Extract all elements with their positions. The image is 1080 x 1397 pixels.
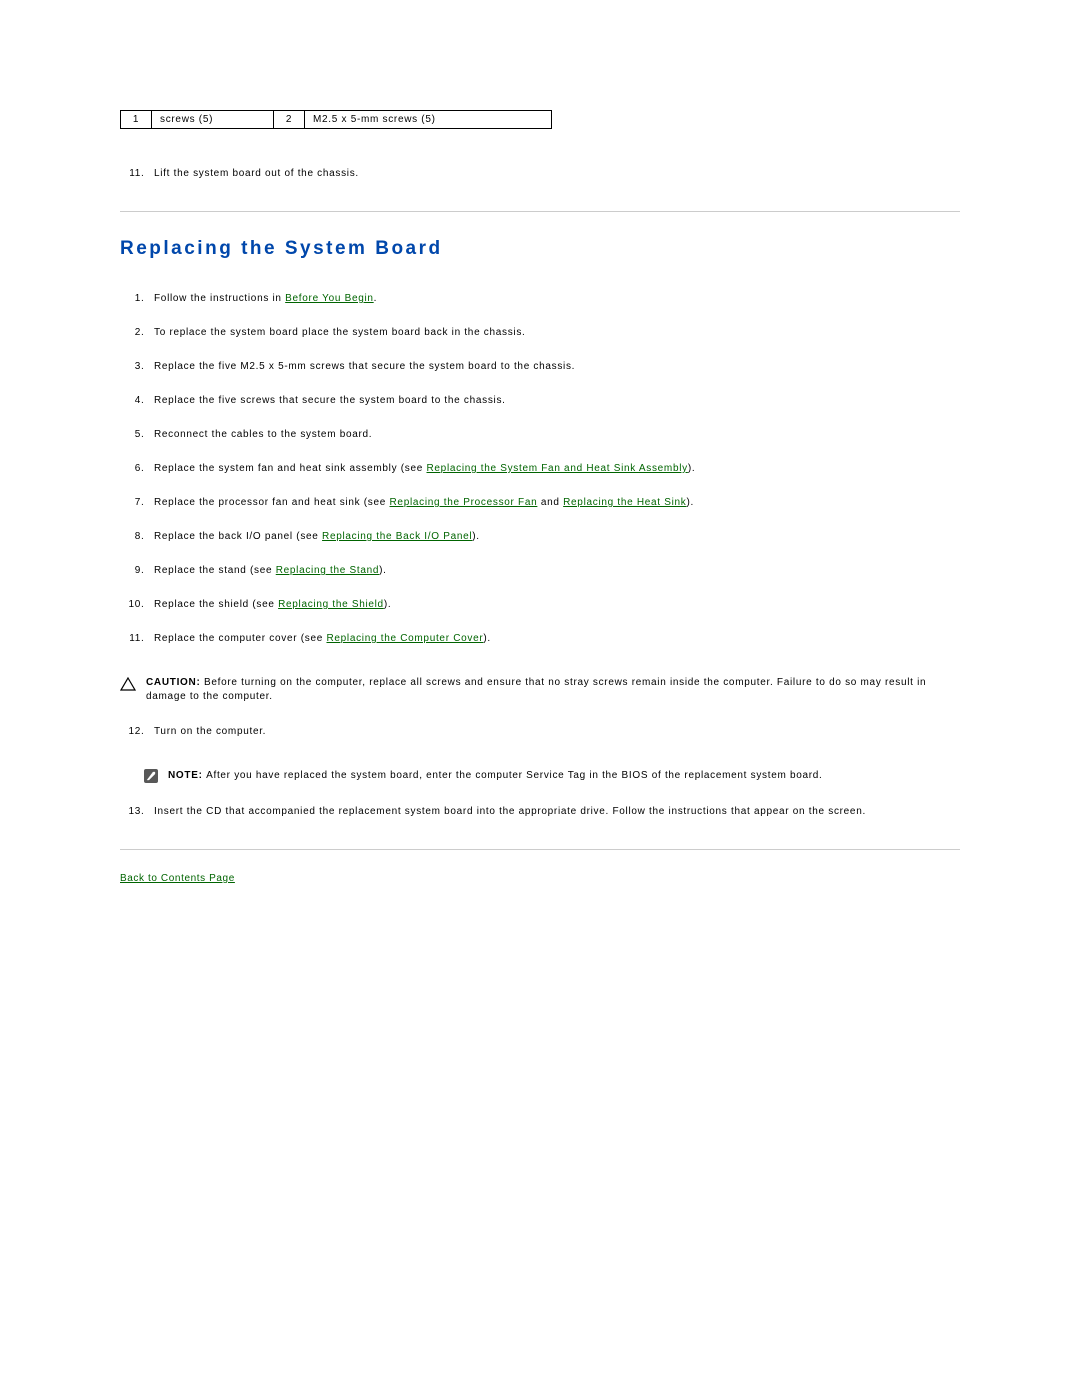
caution-triangle-icon — [120, 677, 136, 691]
link-before-you-begin[interactable]: Before You Begin — [285, 293, 374, 304]
step-5: Reconnect the cables to the system board… — [148, 418, 960, 452]
step-10-text-b: ). — [384, 599, 392, 610]
step-3: Replace the five M2.5 x 5-mm screws that… — [148, 350, 960, 384]
callout-table: 1 screws (5) 2 M2.5 x 5-mm screws (5) — [120, 110, 552, 129]
table-row: 1 screws (5) 2 M2.5 x 5-mm screws (5) — [121, 111, 552, 129]
step-7-text-b: ). — [687, 497, 695, 508]
step-1: Follow the instructions in Before You Be… — [148, 282, 960, 316]
caution-body: Before turning on the computer, replace … — [146, 677, 926, 702]
step-10: Replace the shield (see Replacing the Sh… — [148, 588, 960, 622]
note-icon — [144, 769, 158, 783]
step-11: Replace the computer cover (see Replacin… — [148, 622, 960, 656]
caution-label: CAUTION: — [146, 677, 204, 688]
replacing-steps-list: Follow the instructions in Before You Be… — [120, 282, 960, 656]
step-6-text-b: ). — [688, 463, 696, 474]
link-replacing-shield[interactable]: Replacing the Shield — [278, 599, 384, 610]
final-steps: Insert the CD that accompanied the repla… — [120, 795, 960, 829]
back-to-contents-link[interactable]: Back to Contents Page — [120, 873, 235, 884]
step-10-text-a: Replace the shield (see — [154, 599, 278, 610]
section-heading: Replacing the System Board — [120, 238, 960, 260]
step-8-text-b: ). — [472, 531, 480, 542]
step-6-text-a: Replace the system fan and heat sink ass… — [154, 463, 427, 474]
step-6: Replace the system fan and heat sink ass… — [148, 452, 960, 486]
note-text: NOTE: After you have replaced the system… — [168, 769, 823, 783]
step-12: Turn on the computer. — [148, 715, 960, 749]
step-1-text-a: Follow the instructions in — [154, 293, 285, 304]
post-caution-steps: Turn on the computer. — [120, 715, 960, 749]
step-9-text-b: ). — [379, 565, 387, 576]
step-7-mid: and — [537, 497, 563, 508]
step-8: Replace the back I/O panel (see Replacin… — [148, 520, 960, 554]
link-replacing-heat-sink[interactable]: Replacing the Heat Sink — [563, 497, 686, 508]
step-8-text-a: Replace the back I/O panel (see — [154, 531, 322, 542]
step-1-text-b: . — [374, 293, 377, 304]
note-label: NOTE: — [168, 770, 206, 781]
step-9-text-a: Replace the stand (see — [154, 565, 276, 576]
link-replacing-processor-fan[interactable]: Replacing the Processor Fan — [390, 497, 538, 508]
note-body: After you have replaced the system board… — [206, 770, 822, 781]
step-7-text-a: Replace the processor fan and heat sink … — [154, 497, 390, 508]
link-replacing-computer-cover[interactable]: Replacing the Computer Cover — [326, 633, 483, 644]
step-4: Replace the five screws that secure the … — [148, 384, 960, 418]
caution-block: CAUTION: Before turning on the computer,… — [120, 676, 960, 703]
callout-1-label: screws (5) — [152, 111, 274, 129]
callout-2-label: M2.5 x 5-mm screws (5) — [305, 111, 552, 129]
caution-text: CAUTION: Before turning on the computer,… — [146, 676, 960, 703]
callout-2-number: 2 — [274, 111, 305, 129]
callout-1-number: 1 — [121, 111, 152, 129]
step-11-text-b: ). — [483, 633, 491, 644]
link-replacing-stand[interactable]: Replacing the Stand — [276, 565, 379, 576]
section-divider — [120, 211, 960, 212]
step-11-text-a: Replace the computer cover (see — [154, 633, 326, 644]
note-block: NOTE: After you have replaced the system… — [120, 769, 960, 783]
document-body: 1 screws (5) 2 M2.5 x 5-mm screws (5) Li… — [0, 0, 1080, 926]
step-7: Replace the processor fan and heat sink … — [148, 486, 960, 520]
step-13: Insert the CD that accompanied the repla… — [148, 795, 960, 829]
step-2: To replace the system board place the sy… — [148, 316, 960, 350]
step-11-pre: Lift the system board out of the chassis… — [148, 157, 960, 191]
pre-steps-list: Lift the system board out of the chassis… — [120, 157, 960, 191]
link-replacing-system-fan[interactable]: Replacing the System Fan and Heat Sink A… — [427, 463, 688, 474]
link-replacing-back-io-panel[interactable]: Replacing the Back I/O Panel — [322, 531, 472, 542]
step-9: Replace the stand (see Replacing the Sta… — [148, 554, 960, 588]
end-divider — [120, 849, 960, 850]
